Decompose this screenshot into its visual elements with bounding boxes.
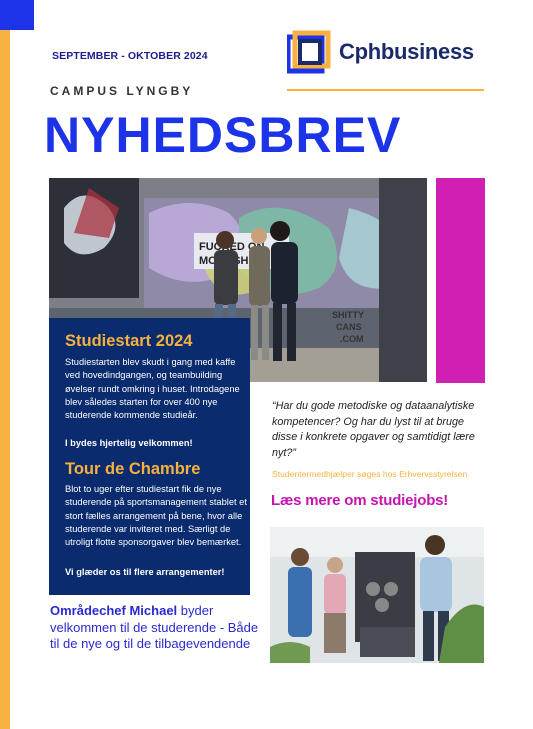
tour-heading: Tour de Chambre — [65, 460, 201, 478]
tour-closing: Vi glæder os til flere arrangementer! — [65, 567, 225, 577]
graffiti-text-5: .COM — [340, 334, 364, 344]
issue-date: SEPTEMBER - OKTOBER 2024 — [52, 50, 208, 62]
studiestart-closing: I bydes hjertelig velkommen! — [65, 438, 193, 448]
logo-mark-icon — [287, 30, 331, 74]
graffiti-text-3: SHITTY — [332, 310, 364, 320]
office-photo — [270, 527, 484, 663]
chief-caption: Områdechef Michael byder velkommen til d… — [50, 603, 260, 653]
tour-body: Blot to uger efter studiestart fik de ny… — [65, 484, 247, 548]
corner-square — [0, 0, 34, 30]
job-caption: Studentermedhjælper søges hos Erhvervsst… — [272, 469, 468, 479]
studiestart-heading: Studiestart 2024 — [65, 332, 193, 350]
magenta-accent-block — [436, 178, 485, 383]
office-people-illustration — [270, 527, 484, 663]
info-box: Studiestart 2024 Studiestarten blev skud… — [49, 318, 250, 595]
studiestart-body: Studiestarten blev skudt i gang med kaff… — [65, 357, 240, 421]
cphbusiness-logo: Cphbusiness — [287, 30, 507, 80]
job-quote: “Har du gode metodiske og dataanalytiske… — [272, 400, 475, 459]
campus-label: CAMPUS LYNGBY — [50, 84, 194, 98]
header-divider — [287, 89, 484, 91]
chief-name: Områdechef Michael — [50, 603, 178, 618]
read-more-link[interactable]: Læs mere om studiejobs! — [271, 492, 448, 509]
graffiti-text-4: CANS — [336, 322, 362, 332]
newsletter-title: NYHEDSBREV — [44, 107, 402, 163]
left-accent-bar — [0, 0, 10, 729]
logo-text: Cphbusiness — [339, 39, 474, 64]
